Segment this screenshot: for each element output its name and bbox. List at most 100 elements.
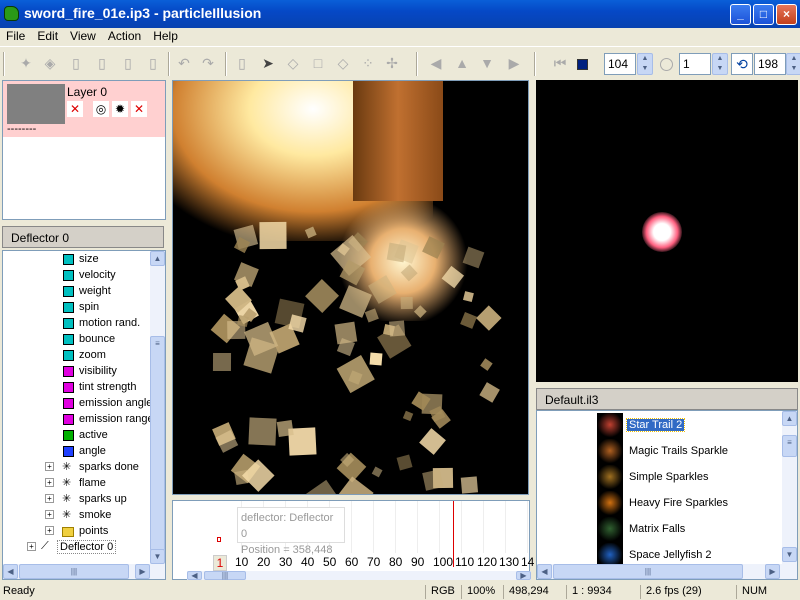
expand-icon[interactable]: + xyxy=(45,510,54,519)
scroll-right-button[interactable]: ▶ xyxy=(765,564,780,579)
rewind-icon[interactable]: ⏮ xyxy=(552,55,568,71)
scroll-up-button[interactable]: ▲ xyxy=(150,251,165,266)
sword-flame xyxy=(353,81,443,201)
target-icon[interactable]: ◎ xyxy=(93,101,109,117)
menu-file[interactable]: File xyxy=(0,28,31,44)
end-frame-field[interactable]: 198 xyxy=(754,53,786,75)
tree-item-label: motion rand. xyxy=(79,317,141,329)
sparkle-icon[interactable]: ✹ xyxy=(112,101,128,117)
particle xyxy=(422,468,444,491)
menu-help[interactable]: Help xyxy=(147,28,184,44)
delete-point-icon[interactable]: ◇ xyxy=(335,55,351,71)
menu-action[interactable]: Action xyxy=(102,28,147,44)
key-marker[interactable] xyxy=(217,537,221,542)
scroll-right-button[interactable]: ▶ xyxy=(135,564,150,579)
minimize-button[interactable]: _ xyxy=(730,4,751,25)
timeline-tick-label: 60 xyxy=(345,555,359,569)
toolbar: ✦ ◈ ▯ ▯ ▯ ▯ ↶ ↷ ▯ ➤ ◇ □ ◇ ⁘ ✢ ◀ ▲ ▼ ▶ ⏮ … xyxy=(0,46,800,78)
scroll-down-button[interactable]: ▼ xyxy=(150,549,165,564)
record-icon[interactable] xyxy=(660,58,673,71)
menu-view[interactable]: View xyxy=(64,28,102,44)
emitter-tool-icon[interactable]: ▯ xyxy=(234,55,250,71)
timeline[interactable]: deflector: Deflector 0 Position = 358,448… xyxy=(172,500,534,580)
current-frame-marker[interactable] xyxy=(453,501,454,567)
stop-icon[interactable] xyxy=(577,59,588,70)
tree-item-label: smoke xyxy=(79,509,112,521)
sparkle-icon: ✳ xyxy=(62,509,72,521)
layer-up-icon[interactable]: ▯ xyxy=(120,55,136,71)
prev-key-icon[interactable]: ◀ xyxy=(428,55,444,71)
scroll-up-button[interactable]: ▲ xyxy=(782,411,797,426)
folder-icon xyxy=(62,527,74,537)
layer-down-icon[interactable]: ▯ xyxy=(145,55,161,71)
next-key-icon[interactable]: ▶ xyxy=(506,55,522,71)
particle xyxy=(259,221,287,249)
tooltip: deflector: Deflector 0 Position = 358,448 xyxy=(237,507,345,556)
move-icon[interactable]: □ xyxy=(310,55,326,71)
separator xyxy=(225,52,227,76)
timeline-tick-label: 20 xyxy=(257,555,271,569)
status-ratio: 1 : 9934 xyxy=(566,585,612,599)
sound-off-icon[interactable]: ✕ xyxy=(131,101,147,117)
scroll-down-button[interactable]: ▼ xyxy=(782,547,797,562)
layer-disabled-icon[interactable]: ✕ xyxy=(67,101,83,117)
scroll-left-button[interactable]: ◀ xyxy=(537,564,552,579)
undo-icon[interactable]: ↶ xyxy=(176,55,192,71)
window-title: sword_fire_01e.ip3 - particleIllusion xyxy=(24,5,262,21)
menu-edit[interactable]: Edit xyxy=(31,28,64,44)
expand-icon[interactable]: + xyxy=(45,494,54,503)
start-frame-field[interactable]: 104 xyxy=(604,53,636,75)
particle xyxy=(476,305,502,331)
maximize-button[interactable]: □ xyxy=(753,4,774,25)
key-down-icon[interactable]: ▼ xyxy=(479,55,495,71)
frame-step-field[interactable]: 1 xyxy=(679,53,711,75)
status-fps: 2.6 fps (29) xyxy=(640,585,702,599)
end-frame-stepper[interactable]: ▲ ▼ xyxy=(786,53,800,75)
timeline-tick-label: 120 xyxy=(477,555,498,569)
add-point-icon[interactable]: ◇ xyxy=(285,55,301,71)
scroll-thumb[interactable]: ||| xyxy=(553,564,743,579)
points-icon[interactable]: ⁘ xyxy=(360,55,376,71)
transform-icon[interactable]: ✢ xyxy=(384,55,400,71)
redo-icon[interactable]: ↷ xyxy=(200,55,216,71)
scroll-left-button[interactable]: ◀ xyxy=(3,564,18,579)
expand-icon[interactable]: + xyxy=(45,526,54,535)
add-emitter-icon[interactable]: ✦ xyxy=(18,55,34,71)
expand-icon[interactable]: + xyxy=(27,542,36,551)
timeline-hscroll[interactable]: ◀ ||| ▶ xyxy=(187,571,531,580)
expand-icon[interactable]: + xyxy=(45,478,54,487)
property-color-icon xyxy=(63,318,74,329)
timeline-tick-label: 30 xyxy=(279,555,293,569)
delete-layer-icon[interactable]: ▯ xyxy=(94,55,110,71)
expand-icon[interactable]: + xyxy=(45,462,54,471)
scroll-thumb[interactable]: ≡ xyxy=(782,435,797,457)
scroll-thumb[interactable]: ||| xyxy=(19,564,129,579)
particle xyxy=(396,454,413,471)
library-hscroll[interactable]: ◀ ||| ▶ xyxy=(537,564,797,579)
scroll-right-button[interactable]: ▶ xyxy=(516,571,531,580)
property-color-icon xyxy=(63,270,74,281)
close-button[interactable]: × xyxy=(776,4,797,25)
tree-item-label: emission range xyxy=(79,413,154,425)
layer-row[interactable]: Layer 0 ✕ ◎ ✹ ✕ -------- xyxy=(3,81,165,137)
tree-vscroll[interactable]: ▲ ≡ ▼ xyxy=(150,251,165,564)
start-frame-stepper[interactable]: ▲ ▼ xyxy=(637,53,653,75)
frame-step-stepper[interactable]: ▲ ▼ xyxy=(712,53,728,75)
timeline-gridline xyxy=(461,501,462,553)
library-item-label: Magic Trails Sparkle xyxy=(629,445,729,457)
particle xyxy=(305,479,342,494)
select-pointer-icon[interactable]: ➤ xyxy=(260,55,276,71)
tree-item-label: sparks done xyxy=(79,461,139,473)
scroll-thumb[interactable]: ||| xyxy=(204,571,246,580)
tree-item-label: tint strength xyxy=(79,381,137,393)
library-vscroll[interactable]: ▲ ≡ ▼ xyxy=(782,411,797,564)
layer-icon[interactable]: ▯ xyxy=(68,55,84,71)
scroll-thumb[interactable]: ≡ xyxy=(150,336,165,551)
stage-viewport[interactable] xyxy=(172,80,529,495)
key-up-icon[interactable]: ▲ xyxy=(454,55,470,71)
tree-hscroll[interactable]: ◀ ||| ▶ xyxy=(3,564,165,579)
scroll-left-button[interactable]: ◀ xyxy=(187,571,202,580)
property-color-icon xyxy=(63,382,74,393)
add-emitter-path-icon[interactable]: ◈ xyxy=(42,55,58,71)
loop-icon[interactable]: ⟲ xyxy=(731,53,753,75)
